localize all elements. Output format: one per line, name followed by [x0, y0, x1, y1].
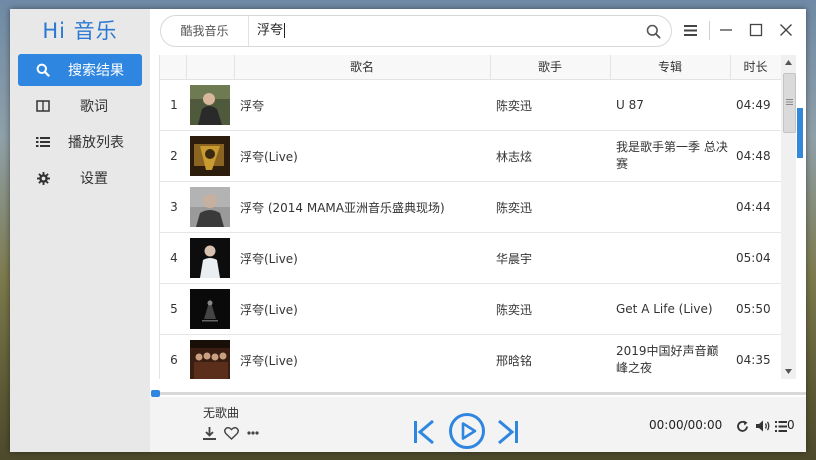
col-header-duration[interactable]: 时长 [730, 55, 781, 79]
song-title: 浮夸(Live) [240, 353, 298, 368]
song-title: 浮夸 (2014 MAMA亚洲音乐盛典现场) [240, 200, 445, 215]
song-title: 浮夸 [240, 98, 265, 113]
progress-bar[interactable] [151, 392, 806, 395]
song-album: 我是歌手第一季 总决赛 [616, 140, 728, 171]
table-header: 歌名 歌手 专辑 时长 [160, 55, 782, 80]
search-icon [18, 63, 68, 77]
scroll-down-icon[interactable] [785, 369, 792, 374]
maximize-icon[interactable] [747, 21, 765, 39]
song-artist: 邢晗铭 [496, 353, 533, 368]
row-number: 4 [170, 251, 178, 265]
sidebar-item-label: 播放列表 [68, 135, 124, 151]
repeat-icon[interactable] [735, 419, 749, 433]
song-album: U 87 [616, 97, 644, 112]
row-number: 5 [170, 302, 178, 316]
song-duration: 04:44 [736, 200, 771, 214]
lyrics-icon [18, 100, 68, 112]
song-title: 浮夸(Live) [240, 302, 298, 317]
gear-icon [18, 171, 68, 185]
album-cover [190, 136, 230, 176]
table-row[interactable]: 1 浮夸 陈奕迅 U 87 04:49 [160, 80, 782, 131]
col-header-num [160, 55, 187, 79]
col-header-album[interactable]: 专辑 [610, 55, 731, 79]
row-number: 2 [170, 149, 178, 163]
row-number: 1 [170, 98, 178, 112]
app-window: Hi 音乐 搜索结果 歌词 播放列表 设置 酷我音乐 浮夸 歌名 歌手 专辑 时… [10, 9, 806, 452]
song-album: 2019中国好声音巅峰之夜 [616, 344, 719, 375]
minimize-icon[interactable] [717, 21, 735, 39]
sidebar-item-lyrics[interactable]: 歌词 [18, 90, 142, 122]
song-artist: 陈奕迅 [496, 200, 533, 215]
album-cover [190, 238, 230, 278]
song-duration: 05:04 [736, 251, 771, 265]
col-header-cover [186, 55, 235, 79]
sidebar-item-label: 设置 [80, 171, 108, 187]
app-logo: Hi 音乐 [42, 19, 118, 43]
song-duration: 04:35 [736, 353, 771, 367]
playlist-icon[interactable] [774, 420, 787, 432]
col-header-title[interactable]: 歌名 [234, 55, 491, 79]
song-duration: 04:48 [736, 149, 771, 163]
sidebar-item-search-results[interactable]: 搜索结果 [18, 54, 142, 86]
favorite-icon[interactable] [223, 426, 239, 440]
table-row[interactable]: 6 浮夸(Live) 邢晗铭 2019中国好声音巅峰之夜 04:35 [160, 335, 782, 379]
song-album [616, 233, 728, 283]
sidebar: Hi 音乐 搜索结果 歌词 播放列表 设置 [10, 9, 150, 452]
progress-handle[interactable] [151, 390, 160, 397]
search-icon[interactable] [646, 24, 661, 42]
table-row[interactable]: 2 浮夸(Live) 林志炫 我是歌手第一季 总决赛 04:48 [160, 131, 782, 182]
search-input[interactable]: 浮夸 [257, 16, 286, 46]
more-icon[interactable] [246, 429, 260, 437]
playback-time: 00:00/00:00 [649, 418, 723, 432]
playlist-icon [18, 136, 68, 148]
table-row[interactable]: 5 浮夸(Live) 陈奕迅 Get A Life (Live) 05:50 [160, 284, 782, 335]
play-icon[interactable] [448, 412, 486, 450]
album-cover [190, 289, 230, 329]
sidebar-item-label: 搜索结果 [68, 63, 124, 79]
next-track-icon[interactable] [497, 419, 519, 445]
search-query: 浮夸 [257, 23, 284, 38]
scrollbar-thumb[interactable] [783, 73, 796, 133]
volume-icon[interactable] [755, 419, 771, 433]
search-bar: 酷我音乐 浮夸 [160, 15, 672, 47]
text-caret [284, 23, 286, 38]
song-title: 浮夸(Live) [240, 149, 298, 164]
album-cover [190, 187, 230, 227]
close-icon[interactable] [777, 21, 795, 39]
col-header-artist[interactable]: 歌手 [490, 55, 611, 79]
sidebar-item-playlist[interactable]: 播放列表 [18, 126, 142, 158]
results-scrollbar[interactable] [781, 55, 796, 379]
song-artist: 华晨宇 [496, 251, 533, 266]
window-edge-accent [797, 108, 803, 158]
song-album: Get A Life (Live) [616, 301, 713, 316]
table-row[interactable]: 3 浮夸 (2014 MAMA亚洲音乐盛典现场) 陈奕迅 04:44 [160, 182, 782, 233]
download-icon[interactable] [202, 426, 216, 440]
row-number: 6 [170, 353, 178, 367]
song-artist: 林志炫 [496, 149, 533, 164]
scroll-up-icon[interactable] [785, 60, 792, 65]
window-controls-divider [709, 21, 710, 40]
search-results-table: 歌名 歌手 专辑 时长 1 浮夸 陈奕迅 U 87 04:49 2 浮夸(Liv… [159, 55, 782, 379]
song-duration: 04:49 [736, 98, 771, 112]
playlist-count: 0 [787, 418, 795, 432]
song-title: 浮夸(Live) [240, 251, 298, 266]
sidebar-item-label: 歌词 [80, 99, 108, 115]
album-cover [190, 85, 230, 125]
song-artist: 陈奕迅 [496, 98, 533, 113]
row-number: 3 [170, 200, 178, 214]
song-artist: 陈奕迅 [496, 302, 533, 317]
player-bar: 无歌曲 00:00/00:00 0 [150, 397, 806, 452]
menu-icon[interactable] [681, 21, 699, 39]
song-duration: 05:50 [736, 302, 771, 316]
current-song-name: 无歌曲 [203, 406, 240, 420]
album-cover [190, 340, 230, 379]
previous-track-icon[interactable] [413, 419, 435, 445]
music-source-select[interactable]: 酷我音乐 [161, 16, 249, 46]
sidebar-item-settings[interactable]: 设置 [18, 162, 142, 194]
song-album [616, 182, 728, 232]
table-row[interactable]: 4 浮夸(Live) 华晨宇 05:04 [160, 233, 782, 284]
